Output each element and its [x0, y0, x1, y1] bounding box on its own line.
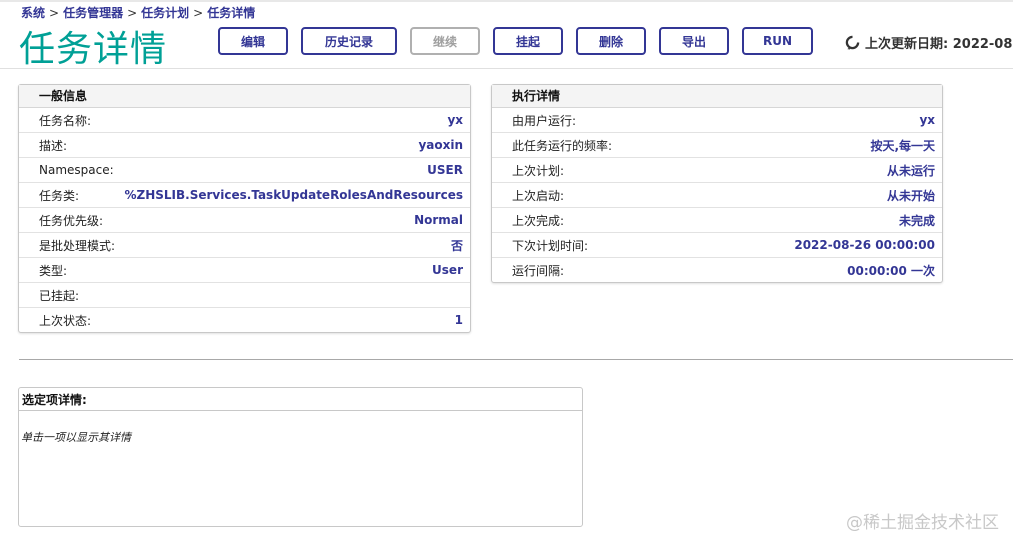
general-row-namespace: Namespace: USER [19, 158, 470, 183]
row-value: 从未运行 [886, 163, 935, 178]
export-button[interactable]: 导出 [659, 27, 729, 55]
breadcrumb-separator: > [127, 6, 138, 20]
row-label: 类型: [39, 263, 68, 278]
row-value: 1 [454, 313, 463, 327]
row-label: 由用户运行: [512, 113, 577, 128]
row-value: %ZHSLIB.Services.TaskUpdateRolesAndResou… [124, 188, 464, 202]
general-info-title: 一般信息 [19, 85, 470, 108]
header-divider [0, 68, 1013, 69]
row-value: USER [427, 163, 463, 177]
section-divider [19, 359, 1013, 360]
row-value: 2022-08-26 00:00:00 [794, 238, 935, 252]
execution-details-rows: 由用户运行: yx 此任务运行的频率: 按天,每一天 上次计划: 从未运行 上次启动:… [492, 108, 942, 282]
row-value: yx [447, 113, 463, 127]
delete-button[interactable]: 删除 [576, 27, 646, 55]
breadcrumb-task-schedule[interactable]: 任务计划 [141, 6, 189, 20]
row-label: 已挂起: [39, 288, 80, 303]
row-label: 下次计划时间: [512, 238, 589, 253]
breadcrumb-separator: > [49, 6, 60, 20]
row-label: 描述: [39, 138, 68, 153]
selected-item-details-title: 选定项详情: [19, 388, 582, 411]
exec-row-last-started: 上次启动: 从未开始 [492, 183, 942, 208]
general-row-batch-mode: 是批处理模式: 否 [19, 233, 470, 258]
exec-row-frequency: 此任务运行的频率: 按天,每一天 [492, 133, 942, 158]
breadcrumb: 系统 > 任务管理器 > 任务计划 > 任务详情 [21, 4, 255, 21]
row-value: 否 [450, 238, 463, 253]
row-label: 任务优先级: [39, 213, 104, 228]
exec-row-last-scheduled: 上次计划: 从未运行 [492, 158, 942, 183]
selected-item-details-hint: 单击一项以显示其详情 [21, 431, 131, 444]
general-info-rows: 任务名称: yx 描述: yaoxin Namespace: USER 任务类: %ZH… [19, 108, 470, 332]
resume-button[interactable]: 继续 [410, 27, 480, 55]
page-title: 任务详情 [19, 29, 168, 70]
exec-row-run-interval: 运行间隔: 00:00:00 一次 [492, 258, 942, 282]
general-row-type: 类型: User [19, 258, 470, 283]
selected-item-details-panel: 选定项详情: 单击一项以显示其详情 [18, 387, 583, 527]
row-value: User [432, 263, 463, 277]
row-value: 从未开始 [886, 188, 935, 203]
row-label: 上次完成: [512, 213, 565, 228]
general-row-task-name: 任务名称: yx [19, 108, 470, 133]
row-value: 00:00:00 一次 [847, 263, 935, 278]
breadcrumb-system[interactable]: 系统 [21, 6, 45, 20]
execution-details-title: 执行详情 [492, 85, 942, 108]
general-info-panel: 一般信息 任务名称: yx 描述: yaoxin Namespace: USER 任务… [18, 84, 471, 333]
watermark-text: @稀土掘金技术社区 [846, 513, 999, 533]
last-update: 上次更新日期: 2022-08-2 [845, 33, 1013, 52]
execution-details-panel: 执行详情 由用户运行: yx 此任务运行的频率: 按天,每一天 上次计划: 从未运行 … [491, 84, 943, 283]
watermark: @稀土掘金技术社区 [846, 508, 999, 533]
row-value: 按天,每一天 [870, 138, 935, 153]
suspend-button[interactable]: 挂起 [493, 27, 563, 55]
history-button[interactable]: 历史记录 [301, 27, 397, 55]
general-row-task-class: 任务类: %ZHSLIB.Services.TaskUpdateRolesAndR… [19, 183, 470, 208]
breadcrumb-task-manager[interactable]: 任务管理器 [63, 6, 123, 20]
row-label: 上次计划: [512, 163, 565, 178]
row-label: 运行间隔: [512, 263, 565, 278]
last-update-label: 上次更新日期: 2022-08-2 [865, 37, 1013, 52]
row-label: 上次启动: [512, 188, 565, 203]
row-label: 是批处理模式: [39, 238, 116, 253]
exec-row-next-scheduled: 下次计划时间: 2022-08-26 00:00:00 [492, 233, 942, 258]
row-label: 任务名称: [39, 113, 92, 128]
run-button[interactable]: RUN [742, 27, 813, 55]
row-value: yx [919, 113, 935, 127]
row-label: Namespace: [39, 163, 114, 177]
general-row-last-status: 上次状态: 1 [19, 308, 470, 332]
general-row-description: 描述: yaoxin [19, 133, 470, 158]
breadcrumb-separator: > [193, 6, 204, 20]
general-row-suspended: 已挂起: [19, 283, 470, 308]
row-value: 未完成 [898, 213, 935, 228]
top-border [0, 0, 1013, 2]
breadcrumb-task-details[interactable]: 任务详情 [207, 6, 255, 20]
row-label: 上次状态: [39, 313, 92, 328]
row-label: 此任务运行的频率: [512, 138, 613, 153]
exec-row-run-as-user: 由用户运行: yx [492, 108, 942, 133]
row-label: 任务类: [39, 188, 80, 203]
exec-row-last-finished: 上次完成: 未完成 [492, 208, 942, 233]
edit-button[interactable]: 编辑 [218, 27, 288, 55]
general-row-priority: 任务优先级: Normal [19, 208, 470, 233]
refresh-icon[interactable] [845, 35, 860, 50]
row-value: Normal [414, 213, 463, 227]
row-value: yaoxin [418, 138, 463, 152]
